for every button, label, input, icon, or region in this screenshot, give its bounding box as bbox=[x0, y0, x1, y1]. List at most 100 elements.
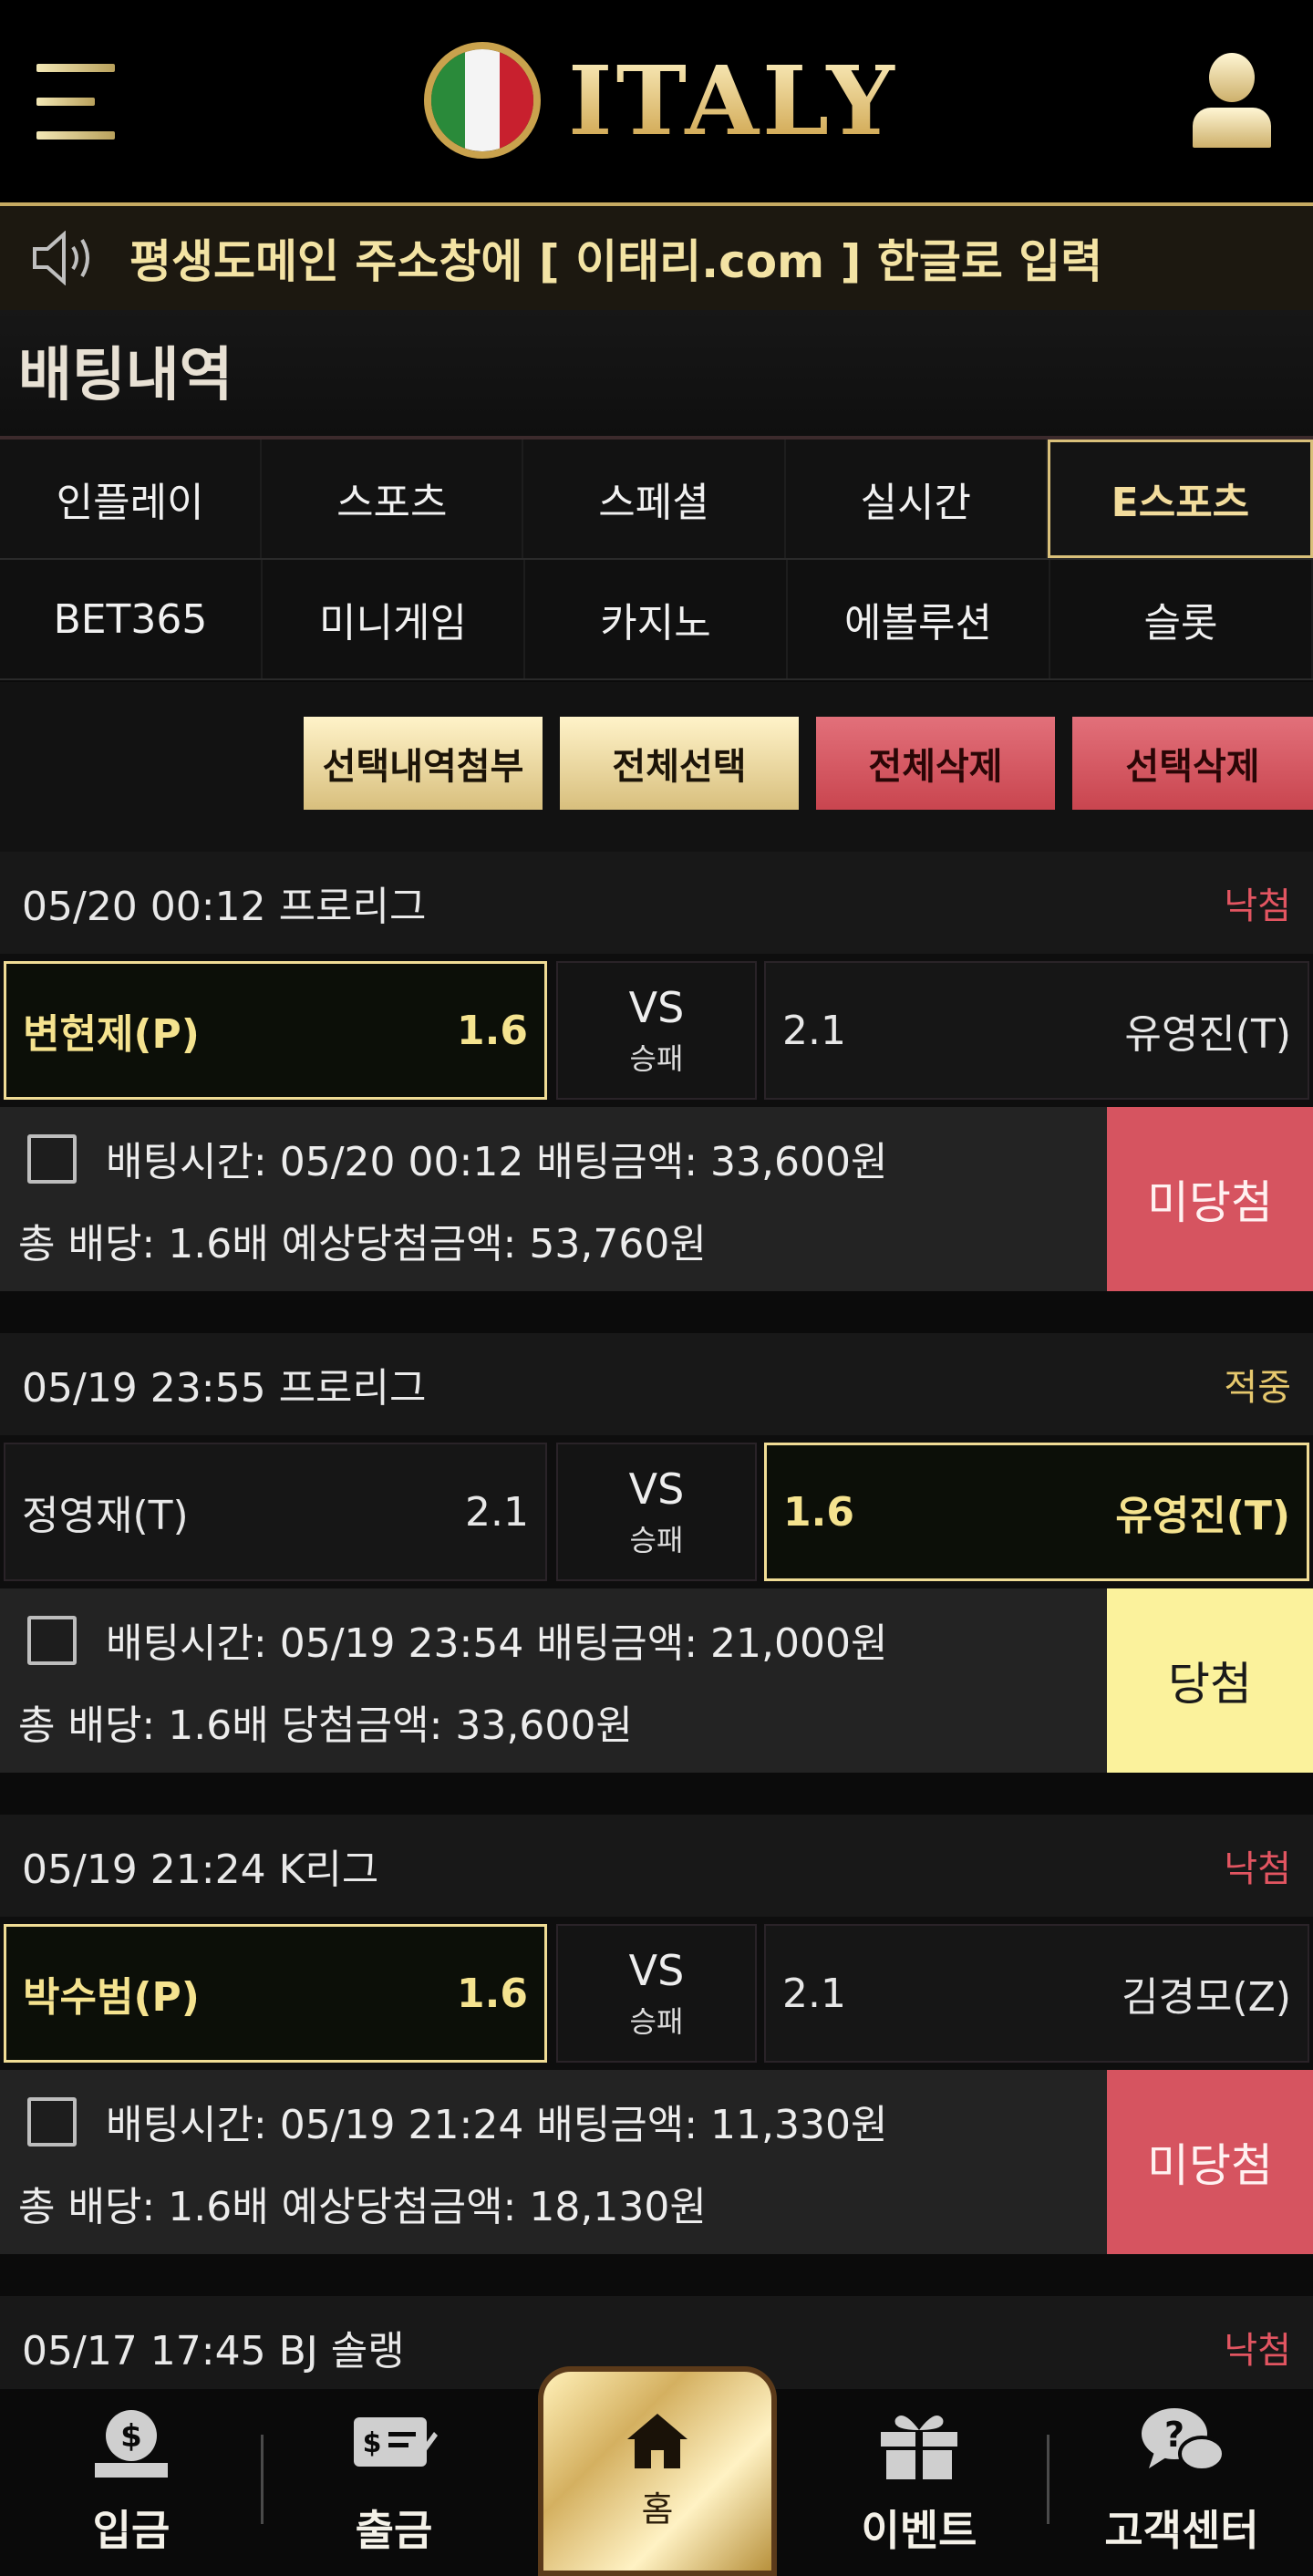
tab-row-2: BET365 미니게임 카지노 에볼루션 슬롯 bbox=[0, 560, 1313, 680]
bet-type: 승패 bbox=[629, 1041, 684, 1076]
nav-deposit[interactable]: $ 입금 bbox=[0, 2389, 263, 2576]
bet-checkbox[interactable] bbox=[27, 2097, 77, 2147]
page-title: 배팅내역 bbox=[18, 342, 233, 409]
bet-odds-payout: 총 배당: 1.6배 예상당첨금액: 53,760원 bbox=[18, 1221, 707, 1267]
bet-info: 배팅시간: 05/20 00:12 배팅금액: 33,600원 총 배당: 1.… bbox=[0, 1107, 1313, 1291]
svg-text:$: $ bbox=[120, 2418, 142, 2455]
action-bar: 선택내역첨부 전체선택 전체삭제 선택삭제 bbox=[0, 682, 1313, 852]
bet-status-badge: 미당첨 bbox=[1107, 1107, 1313, 1291]
bet-status-badge: 당첨 bbox=[1107, 1588, 1313, 1773]
vs-label: VS bbox=[628, 1464, 685, 1514]
title-area: 배팅내역 bbox=[0, 310, 1313, 440]
bet-card: 05/20 00:12 프로리그 낙첨 변현제(P) 1.6 VS 승패 2.1… bbox=[0, 852, 1313, 1328]
vs-box: VS 승패 bbox=[556, 1924, 757, 2063]
top-header: ITALY bbox=[0, 0, 1313, 202]
away-team-option[interactable]: 2.1 김경모(Z) bbox=[764, 1924, 1309, 2063]
tab-evolution[interactable]: 에볼루션 bbox=[788, 560, 1050, 678]
match-row: 정영재(T) 2.1 VS 승패 1.6 유영진(T) bbox=[0, 1435, 1313, 1588]
home-team-odds: 1.6 bbox=[457, 1007, 528, 1054]
tab-row-1: 인플레이 스포츠 스페셜 실시간 E스포츠 bbox=[0, 440, 1313, 560]
vs-box: VS 승패 bbox=[556, 1443, 757, 1581]
select-all-button[interactable]: 전체선택 bbox=[560, 717, 799, 810]
svg-text:$: $ bbox=[363, 2427, 382, 2459]
away-team-odds: 1.6 bbox=[783, 1488, 854, 1536]
away-team-odds: 2.1 bbox=[782, 1970, 846, 2017]
home-team-option[interactable]: 변현제(P) 1.6 bbox=[4, 961, 547, 1100]
deposit-icon: $ bbox=[88, 2405, 175, 2481]
bet-checkbox[interactable] bbox=[27, 1134, 77, 1184]
nav-withdraw-label: 출금 bbox=[355, 2506, 433, 2555]
bet-odds-payout: 총 배당: 1.6배 당첨금액: 33,600원 bbox=[18, 1702, 633, 1749]
away-team-name: 유영진(T) bbox=[1124, 1011, 1291, 1058]
nav-home-label: 홈 bbox=[641, 2488, 674, 2529]
attach-selected-button[interactable]: 선택내역첨부 bbox=[304, 717, 543, 810]
nav-event[interactable]: 이벤트 bbox=[788, 2389, 1050, 2576]
away-team-option[interactable]: 1.6 유영진(T) bbox=[764, 1443, 1309, 1581]
nav-support-label: 고객센터 bbox=[1104, 2506, 1259, 2555]
speaker-icon bbox=[31, 230, 97, 286]
notice-bar: 평생도메인 주소창에 [ 이태리.com ] 한글로 입력 bbox=[0, 202, 1313, 310]
bet-result: 적중 bbox=[1224, 1367, 1291, 1409]
vs-label: VS bbox=[628, 983, 685, 1032]
bet-date-league: 05/19 23:55 프로리그 bbox=[22, 1365, 427, 1412]
bet-odds-payout: 총 배당: 1.6배 예상당첨금액: 18,130원 bbox=[18, 2184, 707, 2230]
home-team-name: 변현제(P) bbox=[23, 1011, 200, 1058]
nav-withdraw[interactable]: $ 출금 bbox=[263, 2389, 525, 2576]
bet-time-amount: 배팅시간: 05/19 23:54 배팅금액: 21,000원 bbox=[106, 1620, 888, 1667]
withdraw-icon: $ bbox=[350, 2405, 438, 2481]
bet-date-league: 05/20 00:12 프로리그 bbox=[22, 884, 427, 930]
bet-result: 낙첨 bbox=[1224, 1848, 1291, 1890]
delete-selected-button[interactable]: 선택삭제 bbox=[1072, 717, 1313, 810]
tab-sports[interactable]: 스포츠 bbox=[262, 440, 524, 558]
bet-date-league: 05/19 21:24 K리그 bbox=[22, 1847, 379, 1893]
bet-result: 낙첨 bbox=[1224, 885, 1291, 927]
tab-casino[interactable]: 카지노 bbox=[525, 560, 788, 678]
category-tabs: 인플레이 스포츠 스페셜 실시간 E스포츠 BET365 미니게임 카지노 에볼… bbox=[0, 440, 1313, 680]
bet-time-amount: 배팅시간: 05/19 21:24 배팅금액: 11,330원 bbox=[106, 2102, 888, 2148]
tab-live[interactable]: 실시간 bbox=[786, 440, 1048, 558]
home-team-odds: 2.1 bbox=[465, 1488, 529, 1536]
bet-status-badge: 미당첨 bbox=[1107, 2070, 1313, 2254]
site-logo[interactable]: ITALY bbox=[424, 41, 898, 160]
user-icon[interactable] bbox=[1187, 53, 1275, 151]
tab-bet365[interactable]: BET365 bbox=[0, 560, 263, 678]
bet-checkbox[interactable] bbox=[27, 1616, 77, 1665]
home-team-option[interactable]: 박수범(P) 1.6 bbox=[4, 1924, 547, 2063]
bet-header: 05/19 21:24 K리그 낙첨 bbox=[0, 1815, 1313, 1917]
gift-icon bbox=[875, 2405, 963, 2481]
support-chat-icon: ? bbox=[1138, 2405, 1225, 2481]
tab-slot[interactable]: 슬롯 bbox=[1050, 560, 1313, 678]
away-team-option[interactable]: 2.1 유영진(T) bbox=[764, 961, 1309, 1100]
vs-box: VS 승패 bbox=[556, 961, 757, 1100]
logo-text: ITALY bbox=[568, 44, 898, 157]
bet-header: 05/19 23:55 프로리그 적중 bbox=[0, 1333, 1313, 1435]
home-icon bbox=[625, 2412, 689, 2474]
home-team-odds: 1.6 bbox=[457, 1970, 528, 2017]
bet-date-league: 05/17 17:45 BJ 솔랭 bbox=[22, 2328, 405, 2374]
tab-minigame[interactable]: 미니게임 bbox=[263, 560, 525, 678]
tab-inplay[interactable]: 인플레이 bbox=[0, 440, 263, 558]
italy-flag-icon bbox=[424, 42, 541, 159]
bet-result: 낙첨 bbox=[1224, 2330, 1291, 2372]
bet-card: 05/19 21:24 K리그 낙첨 박수범(P) 1.6 VS 승패 2.1 … bbox=[0, 1815, 1313, 2291]
bet-type: 승패 bbox=[629, 2004, 684, 2039]
bet-header: 05/20 00:12 프로리그 낙첨 bbox=[0, 852, 1313, 954]
delete-all-button[interactable]: 전체삭제 bbox=[816, 717, 1055, 810]
away-team-odds: 2.1 bbox=[782, 1007, 846, 1054]
bet-info: 배팅시간: 05/19 23:54 배팅금액: 21,000원 총 배당: 1.… bbox=[0, 1588, 1313, 1773]
tab-special[interactable]: 스페셜 bbox=[523, 440, 786, 558]
home-team-name: 정영재(T) bbox=[22, 1493, 189, 1539]
home-team-option[interactable]: 정영재(T) 2.1 bbox=[4, 1443, 547, 1581]
nav-support[interactable]: ? 고객센터 bbox=[1050, 2389, 1313, 2576]
nav-event-label: 이벤트 bbox=[861, 2506, 977, 2555]
nav-home-button[interactable]: 홈 bbox=[538, 2366, 777, 2576]
bet-card: 05/19 23:55 프로리그 적중 정영재(T) 2.1 VS 승패 1.6… bbox=[0, 1333, 1313, 1809]
bet-time-amount: 배팅시간: 05/20 00:12 배팅금액: 33,600원 bbox=[106, 1139, 888, 1185]
vs-label: VS bbox=[628, 1946, 685, 1995]
away-team-name: 김경모(Z) bbox=[1122, 1974, 1291, 2021]
away-team-name: 유영진(T) bbox=[1115, 1493, 1290, 1539]
hamburger-menu-icon[interactable] bbox=[36, 64, 119, 140]
tab-esports[interactable]: E스포츠 bbox=[1047, 440, 1313, 558]
match-row: 변현제(P) 1.6 VS 승패 2.1 유영진(T) bbox=[0, 954, 1313, 1107]
bet-type: 승패 bbox=[629, 1523, 684, 1557]
